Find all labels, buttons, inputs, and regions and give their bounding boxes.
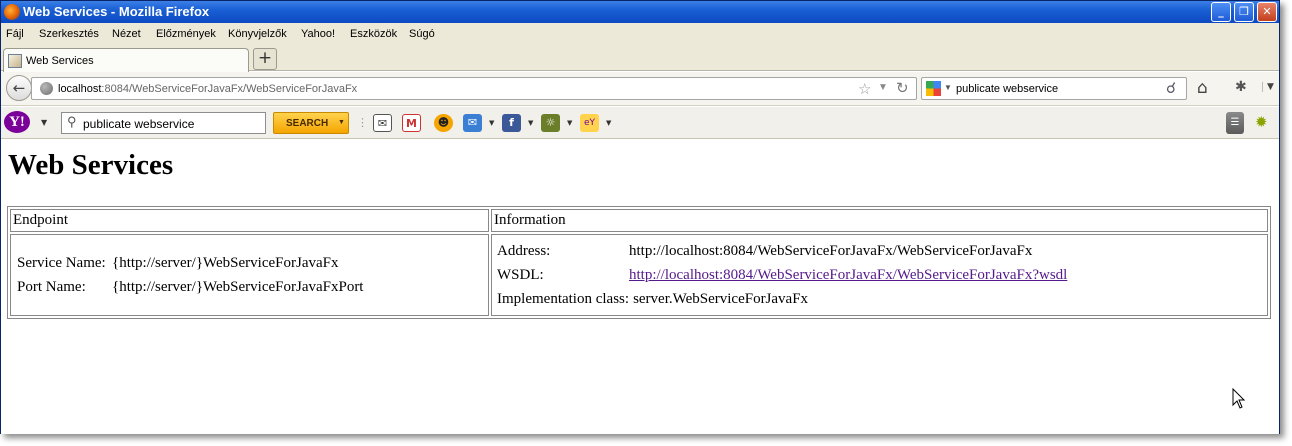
minimize-button[interactable]: _ — [1211, 2, 1231, 22]
menu-bar: Fájl Szerkesztés Nézet Előzmények Könyvj… — [1, 23, 1279, 45]
chevron-down-icon[interactable]: ▼ — [567, 119, 572, 127]
maximize-button[interactable]: ❐ — [1234, 2, 1254, 22]
navigation-bar: ← localhost:8084/WebServiceForJavaFx/Web… — [1, 72, 1279, 106]
information-cell: Address: http://localhost:8084/WebServic… — [491, 234, 1268, 316]
web-services-table: Endpoint Information Service Name: {http… — [7, 206, 1271, 319]
firefox-icon — [4, 4, 20, 20]
url-text: localhost:8084/WebServiceForJavaFx/WebSe… — [58, 83, 357, 95]
mouse-pointer-icon — [1232, 388, 1246, 409]
list-icon[interactable]: ☰ — [1226, 112, 1244, 134]
port-name-label: Port Name: — [17, 279, 86, 295]
page-title: Web Services — [8, 149, 174, 181]
endpoint-cell: Service Name: {http://server/}WebService… — [10, 234, 489, 316]
url-dropdown-icon[interactable]: ▼ — [878, 82, 888, 93]
mail-icon[interactable]: ✉ — [373, 114, 392, 132]
yahoo-search-label: SEARCH — [286, 118, 329, 129]
menu-tools[interactable]: Eszközök — [350, 28, 397, 40]
tab-web-services[interactable]: Web Services — [3, 48, 249, 72]
implementation-label: Implementation class: — [497, 291, 630, 307]
engine-dropdown-icon[interactable]: ▼ — [944, 83, 952, 92]
new-tab-button[interactable]: + — [253, 48, 277, 70]
yahoo-dropdown-icon[interactable]: ▼ — [41, 118, 47, 127]
google-icon[interactable] — [926, 81, 941, 96]
endpoint-header: Endpoint — [10, 209, 489, 232]
title-bar[interactable]: Web Services - Mozilla Firefox _ ❐ ✕ — [1, 1, 1279, 23]
menu-bookmarks[interactable]: Könyvjelzők — [228, 28, 287, 40]
page-favicon-icon — [8, 54, 22, 68]
port-name-row: Port Name: {http://server/}WebServiceFor… — [17, 275, 482, 299]
url-bar[interactable]: localhost:8084/WebServiceForJavaFx/WebSe… — [31, 77, 917, 100]
back-icon[interactable]: ← — [6, 75, 32, 101]
port-name-value: {http://server/}WebServiceForJavaFxPort — [112, 279, 364, 295]
addon-icon[interactable]: ✱ — [1235, 79, 1247, 95]
table-header-row: Endpoint Information — [10, 209, 1268, 232]
yahoo-search-field[interactable]: ⚲ publicate webservice — [61, 112, 266, 134]
chevron-down-icon[interactable]: ▼ — [489, 119, 494, 127]
menu-edit[interactable]: Szerkesztés — [39, 28, 99, 40]
wsdl-link[interactable]: http://localhost:8084/WebServiceForJavaF… — [629, 263, 1067, 287]
search-bar[interactable]: ▼ publicate webservice ☌ — [921, 77, 1187, 100]
implementation-value: server.WebServiceForJavaFx — [633, 291, 809, 307]
close-button[interactable]: ✕ — [1257, 2, 1277, 22]
email-icon[interactable]: ✉ — [463, 114, 482, 132]
url-path: :8084/WebServiceForJavaFx/WebServiceForJ… — [101, 83, 358, 95]
window-title: Web Services - Mozilla Firefox — [23, 4, 210, 19]
yahoo-search-button[interactable]: SEARCH ▼ — [273, 112, 349, 134]
chevron-down-icon[interactable]: ▼ — [528, 119, 533, 127]
messenger-icon[interactable]: ☻ — [434, 114, 453, 132]
menu-history[interactable]: Előzmények — [156, 28, 216, 40]
menu-yahoo[interactable]: Yahoo! — [301, 28, 335, 40]
gmail-icon[interactable]: M — [402, 114, 421, 132]
address-value: http://localhost:8084/WebServiceForJavaF… — [629, 243, 1033, 259]
settings-icon[interactable]: ✹ — [1255, 113, 1268, 131]
chevron-down-icon[interactable]: ▼ — [338, 119, 345, 126]
wsdl-label: WSDL: — [497, 267, 544, 283]
ebay-icon[interactable]: eY — [580, 114, 599, 132]
tab-label: Web Services — [26, 55, 94, 67]
menu-help[interactable]: Súgó — [409, 28, 435, 40]
search-icon[interactable]: ☌ — [1166, 79, 1176, 97]
wsdl-row: WSDL: http://localhost:8084/WebServiceFo… — [497, 263, 1262, 287]
browser-window: Web Services - Mozilla Firefox _ ❐ ✕ Fáj… — [0, 0, 1280, 434]
menu-file[interactable]: Fájl — [6, 28, 24, 40]
toolbar-menu-icon[interactable]: ▼ — [1262, 82, 1274, 92]
search-icon: ⚲ — [67, 114, 77, 129]
menu-view[interactable]: Nézet — [112, 28, 141, 40]
address-row: Address: http://localhost:8084/WebServic… — [497, 239, 1262, 263]
separator-icon: ⋮ — [357, 116, 368, 129]
page-content: Web Services Endpoint Information Servic… — [1, 140, 1279, 434]
yahoo-toolbar: Y! ▼ ⚲ publicate webservice SEARCH ▼ ⋮ ✉… — [1, 107, 1279, 139]
tab-strip: Web Services + — [1, 45, 1279, 72]
globe-icon — [40, 82, 53, 95]
information-header: Information — [491, 209, 1268, 232]
service-name-row: Service Name: {http://server/}WebService… — [17, 251, 482, 275]
implementation-row: Implementation class: server.WebServiceF… — [497, 287, 1262, 311]
url-host: localhost — [58, 83, 102, 95]
address-label: Address: — [497, 243, 551, 259]
home-icon[interactable]: ⌂ — [1197, 78, 1208, 98]
chevron-down-icon[interactable]: ▼ — [606, 119, 611, 127]
service-name-value: {http://server/}WebServiceForJavaFx — [112, 255, 339, 271]
reload-icon[interactable]: ↻ — [896, 79, 909, 97]
facebook-icon[interactable]: f — [502, 114, 521, 132]
table-row: Service Name: {http://server/}WebService… — [10, 234, 1268, 316]
service-name-label: Service Name: — [17, 255, 106, 271]
star-icon[interactable]: ☆ — [858, 80, 871, 98]
yahoo-logo-icon[interactable]: Y! — [4, 111, 30, 133]
search-input[interactable]: publicate webservice — [956, 83, 1058, 95]
yahoo-search-input[interactable]: publicate webservice — [83, 117, 194, 131]
weather-icon[interactable]: ☼ — [541, 114, 560, 132]
